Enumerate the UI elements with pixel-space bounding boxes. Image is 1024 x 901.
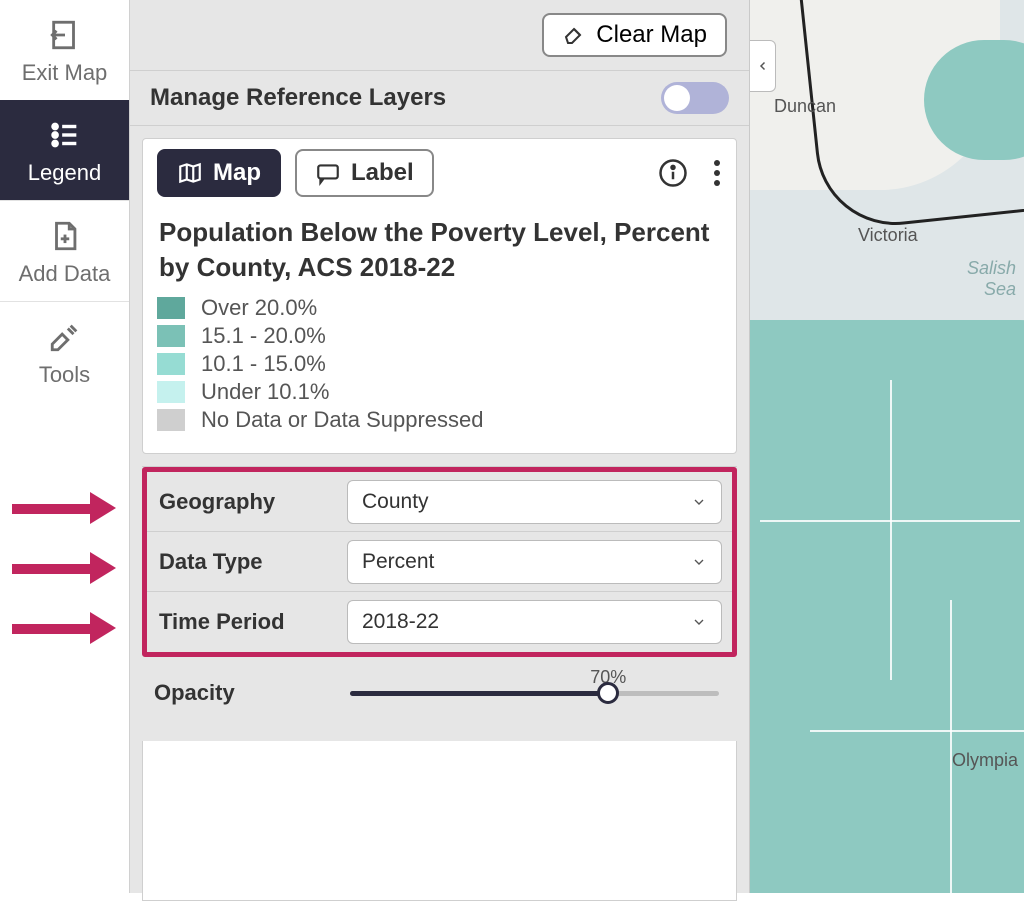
panel-topbar: Clear Map [130, 0, 749, 70]
reference-layers-toggle[interactable] [661, 82, 729, 114]
add-data-button[interactable]: Add Data [0, 201, 129, 301]
next-layer-card [142, 741, 737, 901]
annotation-arrow-geography [12, 495, 122, 519]
legend-item: No Data or Data Suppressed [157, 407, 722, 433]
controls-block: Geography County Data Type Percent Time … [142, 466, 737, 729]
reference-layers-title: Manage Reference Layers [150, 84, 446, 112]
exit-map-button[interactable]: Exit Map [0, 0, 129, 100]
chevron-left-icon [757, 58, 769, 74]
eraser-icon [562, 23, 586, 47]
tools-icon [48, 320, 82, 354]
legend-swatch [157, 381, 185, 403]
datatype-label: Data Type [147, 549, 337, 575]
add-file-icon [48, 219, 82, 253]
controls-highlight: Geography County Data Type Percent Time … [142, 467, 737, 657]
exit-map-label: Exit Map [22, 60, 108, 85]
map-label-olympia: Olympia [952, 750, 1018, 771]
label-tab-label: Label [351, 159, 414, 187]
geography-value: County [362, 490, 429, 514]
map-label-victoria: Victoria [858, 225, 918, 246]
legend-item: 15.1 - 20.0% [157, 323, 722, 349]
map-tab-label: Map [213, 159, 261, 187]
legend-swatch [157, 325, 185, 347]
opacity-slider[interactable]: 70% [350, 691, 719, 696]
reference-layers-bar: Manage Reference Layers [130, 70, 749, 126]
geography-label: Geography [147, 489, 337, 515]
layer-tabrow: Map Label [157, 149, 722, 197]
clear-map-label: Clear Map [596, 21, 707, 49]
geography-row: Geography County [147, 472, 732, 532]
timeperiod-row: Time Period 2018-22 [147, 592, 732, 652]
clear-map-button[interactable]: Clear Map [542, 13, 727, 57]
map-tab[interactable]: Map [157, 149, 281, 197]
collapse-panel-button[interactable] [750, 40, 776, 92]
opacity-row: Opacity 70% [142, 657, 737, 729]
tools-label: Tools [39, 362, 90, 387]
exit-icon [48, 18, 82, 52]
label-icon [315, 160, 341, 186]
chevron-down-icon [691, 494, 707, 510]
annotation-arrow-datatype [12, 555, 122, 579]
geography-select[interactable]: County [347, 480, 722, 524]
tools-button[interactable]: Tools [0, 302, 129, 402]
legend-swatch [157, 409, 185, 431]
datatype-select[interactable]: Percent [347, 540, 722, 584]
map-label-duncan: Duncan [774, 96, 836, 117]
add-data-label: Add Data [19, 261, 111, 286]
info-icon[interactable] [658, 158, 688, 188]
legend-panel: Clear Map Manage Reference Layers Map La… [130, 0, 750, 893]
annotation-arrow-timeperiod [12, 615, 122, 639]
legend-list: Over 20.0%15.1 - 20.0%10.1 - 15.0%Under … [157, 295, 722, 433]
side-rail: Exit Map Legend Add Data Tools [0, 0, 130, 893]
timeperiod-value: 2018-22 [362, 610, 439, 634]
more-menu-icon[interactable] [712, 158, 722, 188]
legend-text: 15.1 - 20.0% [201, 323, 326, 349]
layer-title: Population Below the Poverty Level, Perc… [159, 215, 720, 285]
legend-swatch [157, 353, 185, 375]
map-icon [177, 160, 203, 186]
map-label-salish: Salish Sea [944, 258, 1016, 300]
legend-item: Over 20.0% [157, 295, 722, 321]
legend-tab-label: Legend [28, 160, 101, 185]
legend-tab-button[interactable]: Legend [0, 100, 129, 200]
datatype-row: Data Type Percent [147, 532, 732, 592]
datatype-value: Percent [362, 550, 434, 574]
legend-text: 10.1 - 15.0% [201, 351, 326, 377]
legend-item: 10.1 - 15.0% [157, 351, 722, 377]
chevron-down-icon [691, 614, 707, 630]
chevron-down-icon [691, 554, 707, 570]
legend-swatch [157, 297, 185, 319]
legend-text: Over 20.0% [201, 295, 317, 321]
legend-text: No Data or Data Suppressed [201, 407, 484, 433]
timeperiod-label: Time Period [147, 609, 337, 635]
label-tab[interactable]: Label [295, 149, 434, 197]
legend-item: Under 10.1% [157, 379, 722, 405]
timeperiod-select[interactable]: 2018-22 [347, 600, 722, 644]
legend-text: Under 10.1% [201, 379, 329, 405]
map-canvas[interactable]: Duncan Victoria Salish Sea Olympia [750, 0, 1024, 893]
opacity-label: Opacity [142, 680, 332, 706]
legend-list-icon [48, 118, 82, 152]
layer-card: Map Label Population Below the Poverty L… [142, 138, 737, 454]
